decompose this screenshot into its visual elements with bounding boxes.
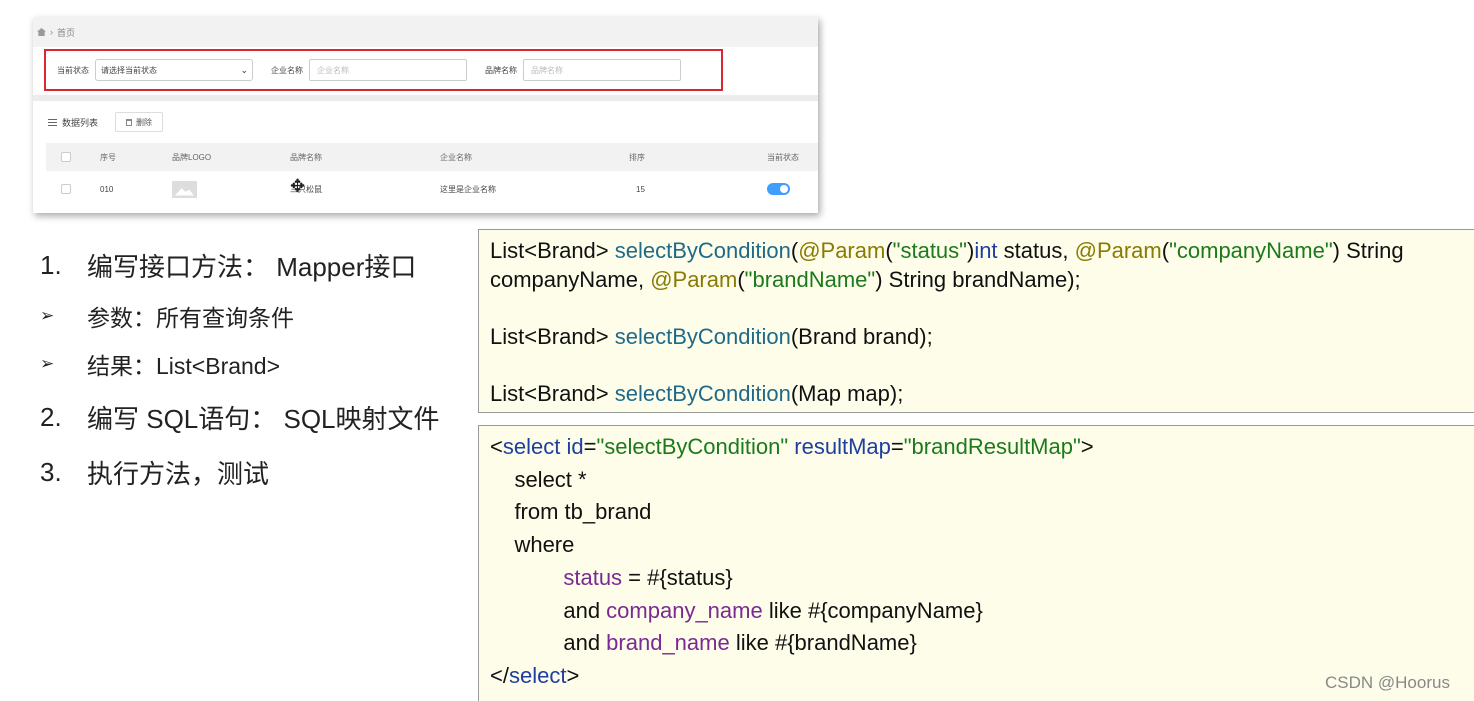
row-order: 15: [636, 184, 645, 194]
breadcrumb-home[interactable]: 首页: [57, 26, 75, 39]
section-divider: [33, 95, 818, 101]
column-header[interactable]: 品牌名称: [290, 143, 322, 171]
step-2: 2. 编写 SQL语句： SQL映射文件: [40, 399, 440, 436]
image-placeholder-icon: [172, 180, 197, 198]
home-icon[interactable]: [37, 28, 46, 36]
step-1-param: ➢ 参数：所有查询条件: [40, 299, 294, 333]
chevron-down-icon: ⌄: [240, 64, 248, 75]
step-1: 1. 编写接口方法： Mapper接口: [40, 247, 416, 284]
mapper-interface-code: List<Brand> selectByCondition(@Param("st…: [478, 229, 1474, 413]
column-header[interactable]: 排序: [629, 143, 645, 171]
brand-label: 品牌名称: [485, 65, 517, 75]
step-text: 编写 SQL语句： SQL映射文件: [87, 404, 440, 434]
row-id: 010: [100, 184, 114, 194]
list-title: 数据列表: [62, 117, 99, 128]
column-header[interactable]: 当前状态: [767, 143, 799, 171]
status-toggle-cell: [767, 173, 790, 205]
code-line: where: [490, 532, 575, 558]
code-line: List<Brand> selectByCondition(@Param("st…: [490, 238, 1404, 263]
row-checkbox[interactable]: [61, 184, 71, 194]
list-icon: [48, 118, 57, 126]
step-1-result: ➢ 结果：List<Brand>: [40, 347, 280, 381]
app-screenshot: › 首页 当前状态 请选择当前状态 ⌄ 企业名称 企业名称 品牌名称 品牌名称 …: [33, 17, 818, 213]
breadcrumb-separator-icon: ›: [50, 27, 53, 37]
column-header[interactable]: 品牌LOGO: [172, 143, 211, 171]
filter-form: 当前状态 请选择当前状态 ⌄ 企业名称 企业名称 品牌名称 品牌名称: [44, 49, 723, 91]
code-line: List<Brand> selectByCondition(Map map);: [490, 380, 904, 406]
code-line: and brand_name like #{brandName}: [490, 630, 917, 656]
select-all-checkbox[interactable]: [61, 152, 71, 162]
step-text: 执行方法，测试: [87, 459, 270, 489]
brand-logo-cell: [172, 173, 197, 205]
select-all-cell: [61, 143, 71, 171]
arrow-bullet-icon: ➢: [40, 306, 55, 325]
code-line: and company_name like #{companyName}: [490, 597, 983, 623]
code-line: select *: [490, 466, 587, 492]
step-3: 3. 执行方法，测试: [40, 454, 269, 491]
step-number: 3.: [40, 457, 62, 487]
step-text: 编写接口方法： Mapper接口: [87, 252, 417, 282]
delete-button[interactable]: 删除: [115, 112, 164, 132]
status-select-value: 请选择当前状态: [101, 65, 157, 75]
step-number: 2.: [40, 402, 62, 432]
column-header[interactable]: 序号: [100, 143, 116, 171]
code-line: companyName, @Param("brandName") String …: [490, 266, 1081, 292]
code-line: <select id="selectByCondition" resultMap…: [490, 434, 1094, 459]
delete-button-label: 删除: [136, 117, 153, 127]
brand-name-input[interactable]: 品牌名称: [523, 59, 681, 81]
code-line: status = #{status}: [563, 564, 733, 590]
step-number: 1.: [40, 250, 62, 280]
breadcrumb: › 首页: [33, 17, 818, 47]
step-text: 参数：所有查询条件: [87, 305, 294, 331]
company-name-placeholder: 企业名称: [317, 65, 349, 75]
code-line: List<Brand> selectByCondition(Brand bran…: [490, 323, 933, 349]
company-name-input[interactable]: 企业名称: [309, 59, 467, 81]
status-label: 当前状态: [57, 65, 89, 75]
company-label: 企业名称: [271, 65, 303, 75]
trash-icon: [126, 118, 133, 126]
code-line: from tb_brand: [490, 499, 652, 525]
row-checkbox-cell: [61, 173, 71, 205]
brand-name-placeholder: 品牌名称: [531, 65, 563, 75]
move-cursor-icon: ✥: [290, 176, 306, 196]
list-toolbar: 数据列表 删除: [48, 112, 164, 132]
step-text: 结果：List<Brand>: [87, 353, 281, 379]
column-header[interactable]: 企业名称: [440, 143, 472, 171]
table-header: 序号 品牌LOGO 品牌名称 企业名称 排序 当前状态: [46, 143, 818, 171]
table-row[interactable]: 010 三只松鼠 这里是企业名称 15: [46, 173, 818, 205]
row-company-name: 这里是企业名称: [440, 184, 496, 194]
status-toggle[interactable]: [767, 183, 790, 195]
watermark: CSDN @Hoorus: [1325, 673, 1450, 692]
arrow-bullet-icon: ➢: [40, 354, 55, 373]
status-select[interactable]: 请选择当前状态 ⌄: [95, 59, 253, 81]
sql-mapping-code: <select id="selectByCondition" resultMap…: [478, 425, 1474, 701]
